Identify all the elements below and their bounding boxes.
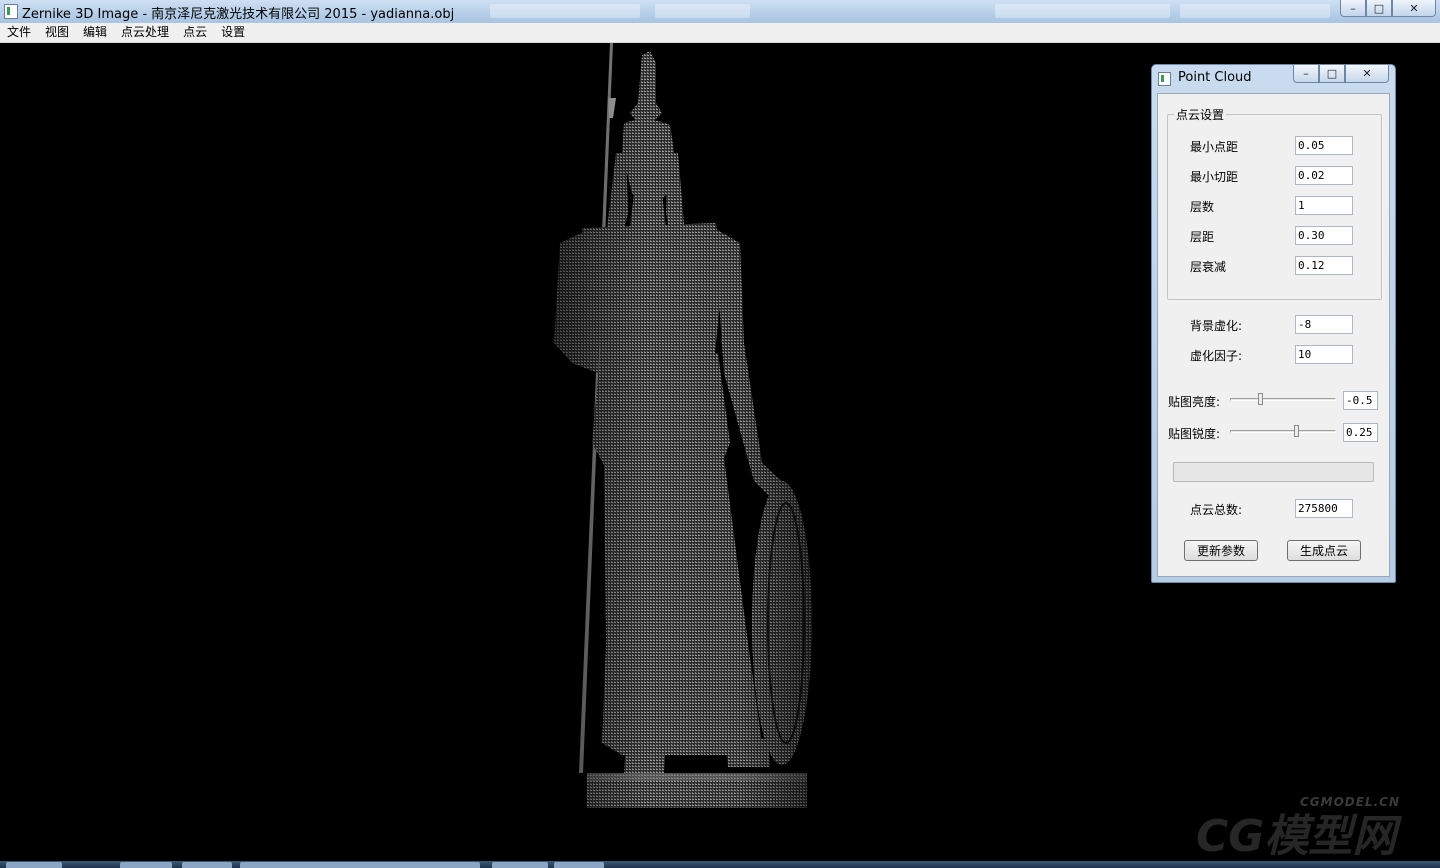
dialog-minimize-button[interactable]: – [1293,65,1319,83]
texture-sharpness-slider[interactable] [1230,422,1336,442]
taskbar-button[interactable] [554,862,604,868]
dialog-close-button[interactable]: ✕ [1345,65,1389,83]
generation-progress-bar [1173,462,1374,482]
layer-count-input[interactable]: 1 [1295,196,1353,215]
minimize-button[interactable]: – [1340,0,1366,17]
menu-point-cloud[interactable]: 点云 [176,23,214,42]
main-title-bar[interactable]: Zernike 3D Image - 南京泽尼克激光技术有限公司 2015 - … [0,0,1440,24]
blur-factor-label: 虚化因子: [1190,349,1243,363]
maximize-button[interactable]: □ [1366,0,1392,17]
close-button[interactable]: ✕ [1392,0,1436,17]
texture-sharpness-label: 贴图锐度: [1168,427,1221,441]
layer-spacing-input[interactable]: 0.30 [1295,226,1353,245]
point-cloud-dialog: Point Cloud – □ ✕ 点云设置 最小点距 0.05 最小切距 0.… [1151,64,1396,583]
slider-track [1230,398,1336,401]
taskbar-button[interactable] [6,862,62,868]
slider-thumb[interactable] [1293,425,1299,437]
layer-count-label: 层数 [1190,200,1215,214]
background-window-ghost [995,4,1170,18]
menu-file[interactable]: 文件 [0,23,38,42]
menu-view[interactable]: 视图 [38,23,76,42]
dialog-app-icon [1158,72,1171,86]
dialog-controls: – □ ✕ [1293,65,1389,83]
background-window-ghost [490,4,640,18]
texture-brightness-slider[interactable] [1230,390,1336,410]
min-point-distance-input[interactable]: 0.05 [1295,136,1353,155]
layer-decay-label: 层衰减 [1190,260,1227,274]
total-points-label: 点云总数: [1190,503,1243,517]
background-window-ghost [655,4,750,18]
menu-bar: 文件 视图 编辑 点云处理 点云 设置 [0,23,1440,43]
generate-point-cloud-button[interactable]: 生成点云 [1287,540,1361,561]
taskbar-button[interactable] [240,862,480,868]
dialog-maximize-button[interactable]: □ [1319,65,1345,83]
slider-thumb[interactable] [1257,393,1263,405]
os-taskbar [0,861,1440,868]
taskbar-button[interactable] [120,862,172,868]
min-cut-distance-label: 最小切距 [1190,170,1239,184]
background-blur-input[interactable]: -8 [1295,315,1353,334]
slider-track [1230,430,1336,433]
menu-settings[interactable]: 设置 [214,23,252,42]
min-cut-distance-input[interactable]: 0.02 [1295,166,1353,185]
background-blur-label: 背景虚化: [1190,319,1243,333]
menu-point-cloud-processing[interactable]: 点云处理 [114,23,176,42]
group-title: 点云设置 [1174,106,1227,123]
layer-spacing-label: 层距 [1190,230,1215,244]
texture-brightness-value[interactable]: -0.5 [1343,391,1378,410]
min-point-distance-label: 最小点距 [1190,140,1239,154]
layer-decay-input[interactable]: 0.12 [1295,256,1353,275]
window-controls: – □ ✕ [1340,0,1436,17]
update-params-button[interactable]: 更新参数 [1184,540,1258,561]
total-points-value[interactable]: 275800 [1295,499,1353,518]
texture-brightness-label: 贴图亮度: [1168,395,1221,409]
dialog-title: Point Cloud [1178,70,1252,85]
texture-sharpness-value[interactable]: 0.25 [1343,423,1378,442]
app-icon[interactable] [4,4,18,19]
watermark-logo-text: CG模型网 [1196,811,1397,862]
blur-factor-input[interactable]: 10 [1295,345,1353,364]
taskbar-button[interactable] [182,862,232,868]
window-title: Zernike 3D Image - 南京泽尼克激光技术有限公司 2015 - … [22,7,455,22]
dialog-body: 点云设置 最小点距 0.05 最小切距 0.02 层数 1 层距 0.30 层衰… [1157,93,1390,577]
taskbar-button[interactable] [492,862,548,868]
menu-edit[interactable]: 编辑 [76,23,114,42]
background-window-ghost [1180,4,1330,18]
